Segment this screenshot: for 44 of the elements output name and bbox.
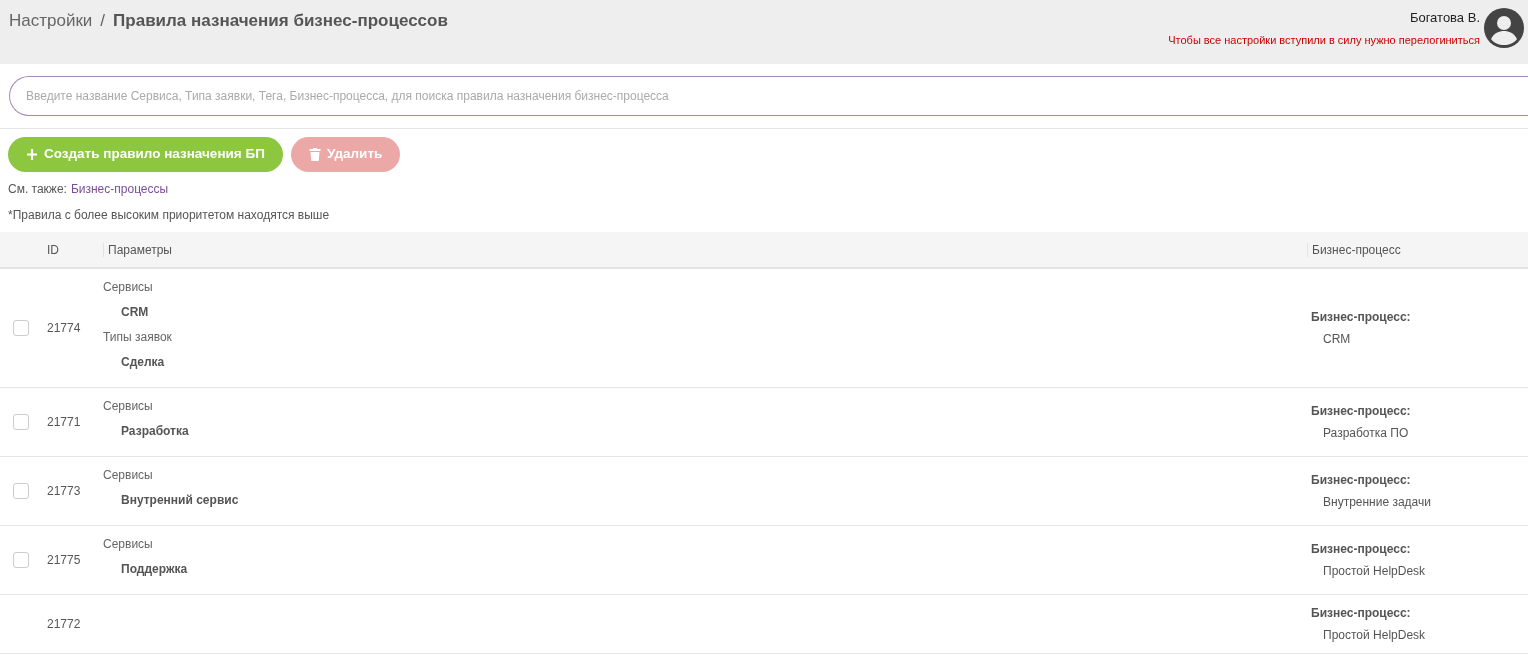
priority-note: *Правила с более высоким приоритетом находятся выше bbox=[7, 207, 331, 224]
row-checkbox[interactable] bbox=[13, 552, 29, 568]
breadcrumb-separator: / bbox=[100, 10, 106, 32]
param-value: Поддержка bbox=[120, 561, 189, 578]
param-value: CRM bbox=[120, 304, 150, 321]
process-label: Бизнес-процесс: bbox=[1311, 605, 1412, 622]
process-value: Простой HelpDesk bbox=[1322, 627, 1427, 644]
column-header: Бизнес-процесс bbox=[1307, 242, 1401, 257]
relogin-notice: Чтобы все настройки вступили в силу нужно перелогиниться bbox=[1168, 32, 1480, 48]
row-checkbox[interactable] bbox=[13, 414, 29, 430]
user-name: Богатова В. bbox=[1408, 9, 1480, 27]
table-cell-text: 21772 bbox=[47, 616, 82, 633]
breadcrumb-link[interactable]: Настройки bbox=[9, 8, 93, 34]
process-value: CRM bbox=[1322, 331, 1352, 348]
param-label: Сервисы bbox=[103, 536, 154, 553]
param-value: Внутренний сервис bbox=[120, 492, 240, 509]
page-title: Правила назначения бизнес-процессов bbox=[113, 10, 448, 32]
param-label: Сервисы bbox=[103, 398, 154, 415]
table-cell-text: 21775 bbox=[47, 552, 82, 569]
business-processes-link[interactable]: Бизнес-процессы bbox=[70, 180, 169, 198]
param-label: Сервисы bbox=[103, 279, 154, 296]
process-label: Бизнес-процесс: bbox=[1311, 541, 1412, 558]
process-value: Простой HelpDesk bbox=[1322, 563, 1427, 580]
process-value: Внутренние задачи bbox=[1322, 494, 1432, 511]
process-label: Бизнес-процесс: bbox=[1311, 403, 1412, 420]
param-label: Сервисы bbox=[103, 467, 154, 484]
table-cell-text: 21771 bbox=[47, 414, 82, 431]
column-header: Параметры bbox=[103, 242, 172, 257]
process-value: Разработка ПО bbox=[1322, 425, 1410, 442]
table-cell-text: 21774 bbox=[47, 320, 82, 337]
param-label: Типы заявок bbox=[103, 329, 173, 346]
see-also-label: См. также: bbox=[8, 181, 67, 198]
plus-icon bbox=[26, 148, 38, 161]
process-label: Бизнес-процесс: bbox=[1311, 472, 1412, 489]
table-cell-text: 21773 bbox=[47, 483, 82, 500]
process-label: Бизнес-процесс: bbox=[1311, 309, 1412, 326]
row-checkbox[interactable] bbox=[13, 483, 29, 499]
row-checkbox[interactable] bbox=[13, 320, 29, 336]
param-value: Сделка bbox=[120, 354, 166, 371]
avatar-icon[interactable] bbox=[1484, 8, 1524, 48]
param-value: Разработка bbox=[120, 423, 190, 440]
column-header: ID bbox=[47, 241, 60, 259]
search-field[interactable]: Введите название Сервиса, Типа заявки, Тега, Бизнес-процесса, для поиска правила назначения бизнес-процесса bbox=[9, 76, 1528, 116]
trash-icon bbox=[308, 148, 321, 161]
